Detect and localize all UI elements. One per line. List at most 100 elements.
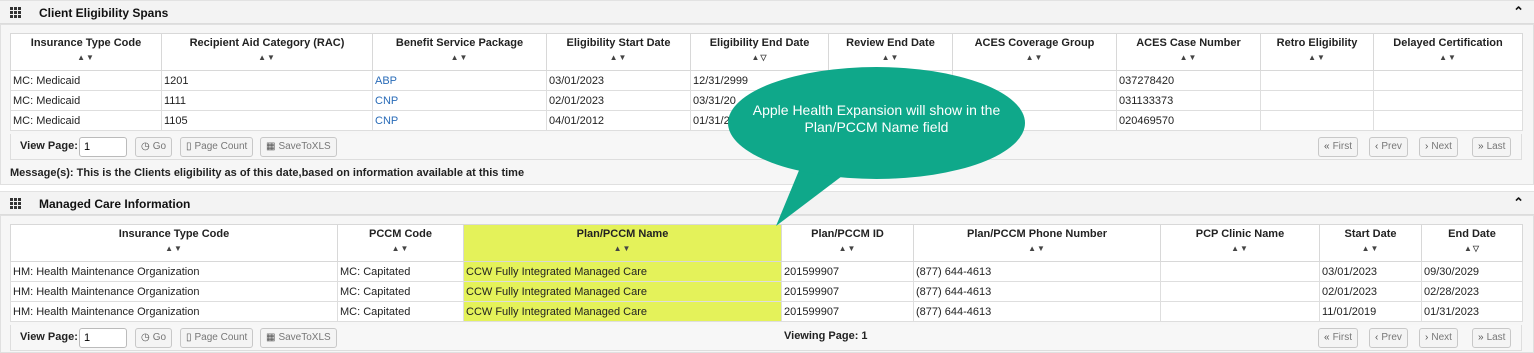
plan-name-cell: CCW Fully Integrated Managed Care [463,261,782,282]
bsp-link[interactable]: CNP [372,90,547,111]
table-cell: 02/01/2023 [1319,281,1422,302]
sort-icon[interactable]: ▲▼ [1161,244,1319,253]
go-button[interactable]: ◷ Go [135,137,173,157]
col-plan-pccm-name[interactable]: Plan/PCCM Name ▲▼ [463,224,782,262]
sort-icon[interactable]: ▲▼ [11,244,337,253]
clock-icon: ◷ [141,332,150,343]
col-aces-case-number[interactable]: ACES Case Number ▲▼ [1116,33,1261,71]
first-button[interactable]: «First [1318,137,1359,157]
view-page-label: View Page: [20,140,78,152]
next-button[interactable]: › Next [1419,137,1458,157]
table-cell: MC: Capitated [337,281,464,302]
document-icon: ▯ [186,141,192,152]
sort-icon[interactable]: ▲▼ [464,244,781,253]
col-start-date[interactable]: Start Date ▲▼ [1319,224,1422,262]
last-button[interactable]: » Last [1472,137,1512,157]
table-cell: 04/01/2012 [546,110,691,131]
chevron-right-icon: › [1425,332,1429,343]
chevron-left-icon: ‹ [1375,332,1379,343]
sort-icon[interactable]: ▲▼ [953,53,1116,62]
sort-icon[interactable]: ▲▽ [1422,244,1522,253]
col-pccm-code[interactable]: PCCM Code ▲▼ [337,224,464,262]
table-cell [1373,70,1523,91]
table-cell: HM: Health Maintenance Organization [10,281,338,302]
table-cell: (877) 644-4613 [913,301,1161,322]
table-row[interactable]: HM: Health Maintenance Organization MC: … [10,261,1523,282]
table-cell [1160,261,1320,282]
save-to-xls-button[interactable]: ▦ SaveToXLS [260,137,337,157]
col-review-end-date[interactable]: Review End Date ▲▼ [828,33,953,71]
page-count-button[interactable]: ▯ Page Count [180,328,254,348]
col-delayed-certification[interactable]: Delayed Certification ▲▼ [1373,33,1523,71]
sort-icon[interactable]: ▲▼ [914,244,1160,253]
eligibility-message: Message(s): This is the Clients eligibil… [10,167,525,179]
viewing-page-label: Viewing Page: 1 [784,330,868,342]
col-pcp-clinic-name[interactable]: PCP Clinic Name ▲▼ [1160,224,1320,262]
chevron-left-icon: ‹ [1375,141,1379,152]
table-cell: 1201 [161,70,373,91]
table-row[interactable]: HM: Health Maintenance Organization MC: … [10,301,1523,322]
table-cell [1260,70,1374,91]
sort-icon[interactable]: ▲▼ [338,244,463,253]
sort-icon[interactable]: ▲▼ [547,53,690,62]
col-rac[interactable]: Recipient Aid Category (RAC) ▲▼ [161,33,373,71]
col-plan-pccm-id[interactable]: Plan/PCCM ID ▲▼ [781,224,914,262]
excel-icon: ▦ [266,141,276,152]
table-cell: MC: Capitated [337,301,464,322]
prev-button[interactable]: ‹ Prev [1369,328,1408,348]
table-cell: (877) 644-4613 [913,281,1161,302]
sort-icon[interactable]: ▲▼ [1374,53,1522,62]
go-button[interactable]: ◷ Go [135,328,173,348]
managed-care-table: Insurance Type Code ▲▼ PCCM Code ▲▼ Plan/P… [10,224,1523,322]
last-button[interactable]: » Last [1472,328,1512,348]
col-eligibility-end-date[interactable]: Eligibility End Date ▲▽ [690,33,829,71]
col-insurance-type-code[interactable]: Insurance Type Code ▲▼ [10,33,162,71]
table-cell: 1105 [161,110,373,131]
grid-icon [10,7,21,18]
double-chevron-right-icon: » [1478,332,1484,343]
col-plan-pccm-phone[interactable]: Plan/PCCM Phone Number ▲▼ [913,224,1161,262]
table-row[interactable]: HM: Health Maintenance Organization MC: … [10,281,1523,302]
col-retro-eligibility[interactable]: Retro Eligibility ▲▼ [1260,33,1374,71]
sort-icon[interactable]: ▲▼ [373,53,546,62]
table-cell: (877) 644-4613 [913,261,1161,282]
sort-icon[interactable]: ▲▼ [11,53,161,62]
eligibility-panel-title: Client Eligibility Spans [39,6,169,20]
table-cell [1160,281,1320,302]
view-page-input[interactable] [79,137,127,157]
col-insurance-type-code[interactable]: Insurance Type Code ▲▼ [10,224,338,262]
chevron-up-icon[interactable]: ⌃ [1513,195,1524,211]
table-cell [1373,90,1523,111]
table-cell: 037278420 [1116,70,1261,91]
sort-icon[interactable]: ▲▼ [1117,53,1260,62]
sort-icon[interactable]: ▲▼ [829,53,952,62]
callout-text: Apple Health Expansion will show in the … [752,102,1001,135]
col-eligibility-start-date[interactable]: Eligibility Start Date ▲▼ [546,33,691,71]
col-end-date[interactable]: End Date ▲▽ [1421,224,1523,262]
chevron-up-icon[interactable]: ⌃ [1513,4,1524,20]
next-button[interactable]: › Next [1419,328,1458,348]
bsp-link[interactable]: CNP [372,110,547,131]
sort-icon[interactable]: ▲▼ [1261,53,1373,62]
sort-icon[interactable]: ▲▽ [691,53,828,62]
table-cell: 01/31/2023 [1421,301,1523,322]
table-cell [1260,90,1374,111]
sort-icon[interactable]: ▲▼ [1320,244,1421,253]
table-cell: MC: Medicaid [10,70,162,91]
sort-icon[interactable]: ▲▼ [782,244,913,253]
table-cell: 03/01/2023 [546,70,691,91]
table-cell: 020469570 [1116,110,1261,131]
page-count-button[interactable]: ▯ Page Count [180,137,254,157]
table-cell: 02/01/2023 [546,90,691,111]
first-button[interactable]: «First [1318,328,1359,348]
bsp-link[interactable]: ABP [372,70,547,91]
save-to-xls-button[interactable]: ▦ SaveToXLS [260,328,337,348]
table-cell: HM: Health Maintenance Organization [10,301,338,322]
sort-icon[interactable]: ▲▼ [162,53,372,62]
col-benefit-service-package[interactable]: Benefit Service Package ▲▼ [372,33,547,71]
col-aces-coverage-group[interactable]: ACES Coverage Group ▲▼ [952,33,1117,71]
plan-name-cell: CCW Fully Integrated Managed Care [463,301,782,322]
view-page-input[interactable] [79,328,127,348]
prev-button[interactable]: ‹ Prev [1369,137,1408,157]
double-chevron-right-icon: » [1478,141,1484,152]
